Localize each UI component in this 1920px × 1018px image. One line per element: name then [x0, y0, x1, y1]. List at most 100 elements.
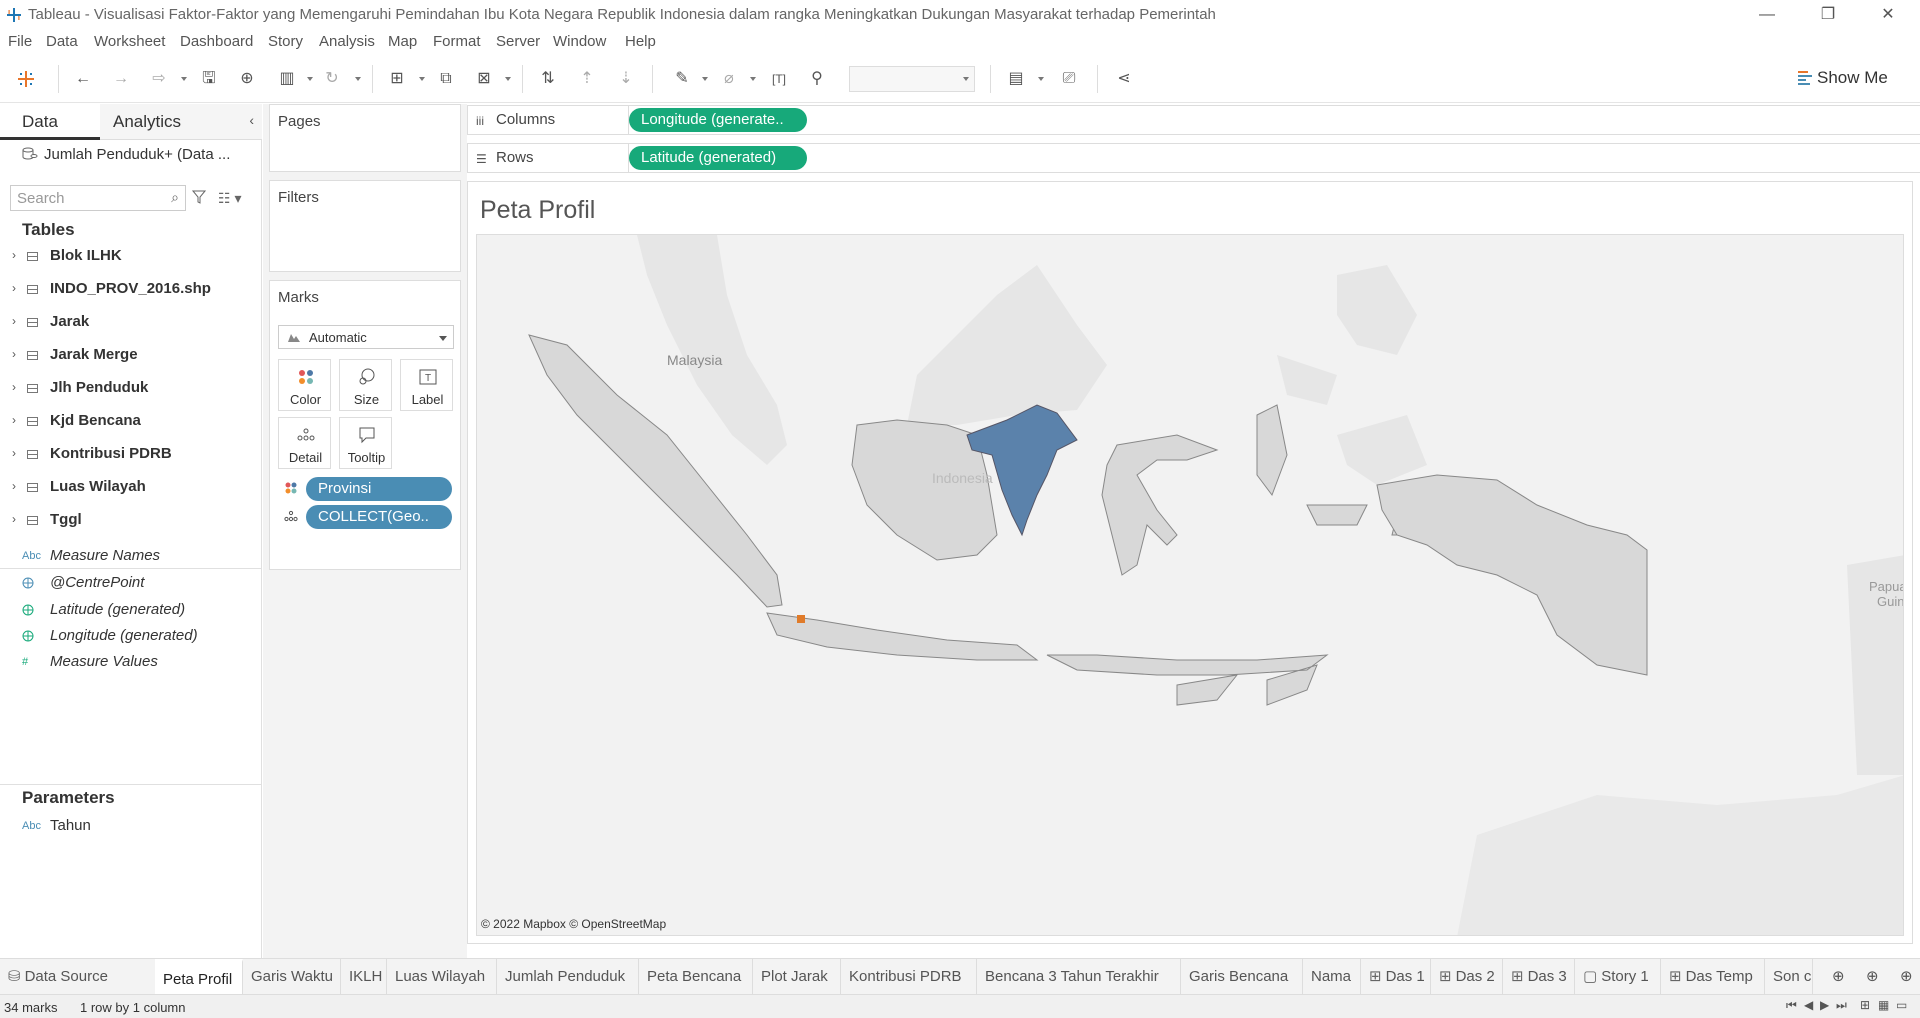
replay-icon[interactable]: ⇨ — [148, 68, 170, 90]
next-sheet-icon[interactable]: ▶ — [1820, 998, 1829, 1012]
sheet-tab[interactable]: ⊞ Das 3 — [1503, 959, 1575, 994]
search-icon[interactable]: ⌕ — [171, 189, 179, 206]
field-item[interactable]: Latitude (generated) — [0, 598, 262, 624]
tab-analytics[interactable]: Analytics ‹ — [100, 104, 262, 140]
presentation-mode-icon[interactable]: ⎚ — [1058, 68, 1080, 90]
table-item[interactable]: › Jarak — [0, 310, 262, 336]
sheet-tab[interactable]: ▢ Story 1 — [1575, 959, 1661, 994]
table-item[interactable]: › Luas Wilayah — [0, 475, 262, 501]
menu-story[interactable]: Story — [268, 33, 303, 50]
collect-geometry-pill[interactable]: COLLECT(Geo.. — [306, 505, 452, 529]
new-worksheet-tab-icon[interactable]: ⊕ — [1826, 959, 1856, 994]
sheet-tab[interactable]: Plot Jarak — [753, 959, 841, 994]
clear-dropdown-icon[interactable] — [505, 77, 511, 81]
table-item[interactable]: › Kontribusi PDRB — [0, 442, 262, 468]
undo-icon[interactable]: ← — [72, 68, 94, 90]
sheet-tab[interactable]: Jumlah Penduduk — [497, 959, 639, 994]
sheet-sorter-icon[interactable]: ⊞ — [1860, 998, 1870, 1012]
sheet-tab[interactable]: Nama — [1303, 959, 1361, 994]
chevron-right-icon[interactable]: › — [12, 512, 16, 526]
group-members-icon[interactable]: ⌀ — [718, 68, 740, 90]
sheet-tab[interactable]: Garis Waktu — [243, 959, 341, 994]
first-sheet-icon[interactable]: ⏮ — [1786, 998, 1797, 1013]
highlight-dropdown-icon[interactable] — [702, 77, 708, 81]
pause-dropdown-icon[interactable] — [307, 77, 313, 81]
sheet-tab[interactable]: Luas Wilayah — [387, 959, 497, 994]
restore-icon[interactable]: ❐ — [1816, 4, 1840, 26]
field-item[interactable]: Longitude (generated) — [0, 624, 262, 650]
sheet-tab[interactable]: ⊞ Das 1 — [1361, 959, 1431, 994]
filters-card[interactable]: Filters — [269, 180, 461, 272]
refresh-icon[interactable]: ↻ — [321, 68, 343, 90]
menu-server[interactable]: Server — [496, 33, 540, 50]
sheet-tab[interactable]: Son c — [1765, 959, 1813, 994]
detail-button[interactable]: Detail — [278, 417, 331, 469]
table-item[interactable]: › Kjd Bencana — [0, 409, 262, 435]
new-worksheet-dropdown-icon[interactable] — [419, 77, 425, 81]
chevron-right-icon[interactable]: › — [12, 248, 16, 262]
sheet-tab[interactable]: Garis Bencana — [1181, 959, 1303, 994]
sheet-tab[interactable]: ⊞ Das Temp — [1661, 959, 1765, 994]
columns-drop-zone[interactable]: Longitude (generate.. — [628, 106, 1920, 134]
chevron-right-icon[interactable]: › — [12, 281, 16, 295]
field-item[interactable]: @CentrePoint — [0, 571, 262, 597]
menu-help[interactable]: Help — [625, 33, 656, 50]
sort-ascending-icon[interactable]: ⇡ — [576, 68, 598, 90]
rows-drop-zone[interactable]: Latitude (generated) — [628, 144, 1920, 172]
chevron-right-icon[interactable]: › — [12, 380, 16, 394]
field-item[interactable]: # Measure Values — [0, 650, 262, 676]
latitude-pill[interactable]: Latitude (generated) — [629, 146, 807, 170]
sort-descending-icon[interactable]: ⇣ — [615, 68, 637, 90]
menu-map[interactable]: Map — [388, 33, 417, 50]
show-mark-labels-icon[interactable]: [T] — [768, 68, 790, 90]
show-cards-icon[interactable]: ▤ — [1005, 68, 1027, 90]
new-datasource-icon[interactable]: ⊕ — [236, 68, 258, 90]
menu-format[interactable]: Format — [433, 33, 481, 50]
replay-dropdown-icon[interactable] — [181, 77, 187, 81]
longitude-pill[interactable]: Longitude (generate.. — [629, 108, 807, 132]
tooltip-button[interactable]: Tooltip — [339, 417, 392, 469]
chevron-right-icon[interactable]: › — [12, 347, 16, 361]
chevron-right-icon[interactable]: › — [12, 314, 16, 328]
chevron-right-icon[interactable]: › — [12, 446, 16, 460]
new-dashboard-tab-icon[interactable]: ⊕ — [1860, 959, 1890, 994]
table-item[interactable]: › INDO_PROV_2016.shp — [0, 277, 262, 303]
fit-dropdown[interactable] — [849, 66, 975, 92]
table-item[interactable]: › Tggl — [0, 508, 262, 534]
new-story-tab-icon[interactable]: ⊕ — [1894, 959, 1920, 994]
label-button[interactable]: T Label — [400, 359, 453, 411]
share-icon[interactable]: ⋖ — [1113, 68, 1135, 90]
size-button[interactable]: Size — [339, 359, 392, 411]
cards-dropdown-icon[interactable] — [1038, 77, 1044, 81]
film-strip-icon[interactable]: ▦ — [1878, 998, 1889, 1012]
group-dropdown-icon[interactable] — [750, 77, 756, 81]
tab-data[interactable]: Data — [0, 104, 100, 140]
provinsi-pill[interactable]: Provinsi — [306, 477, 452, 501]
clear-sheet-icon[interactable]: ⊠ — [473, 68, 495, 90]
sheet-tab[interactable]: ⛁ Data Source — [0, 959, 155, 994]
menu-window[interactable]: Window — [553, 33, 606, 50]
highlight-icon[interactable]: ✎ — [671, 68, 693, 90]
table-item[interactable]: › Blok ILHK — [0, 244, 262, 270]
sheet-tab[interactable]: ⊞ Das 2 — [1431, 959, 1503, 994]
prev-sheet-icon[interactable]: ◀ — [1804, 998, 1813, 1012]
menu-data[interactable]: Data — [46, 33, 78, 50]
pause-updates-icon[interactable]: ▥ — [276, 68, 298, 90]
fix-axes-icon[interactable]: ⚲ — [806, 68, 828, 90]
sheet-tab[interactable]: Peta Profil — [155, 959, 243, 994]
sheet-tab[interactable]: Bencana 3 Tahun Terakhir — [977, 959, 1181, 994]
datasource-item[interactable]: Jumlah Penduduk+ (Data ... — [22, 146, 230, 163]
sheet-tab[interactable]: Peta Bencana — [639, 959, 753, 994]
chevron-right-icon[interactable]: › — [12, 413, 16, 427]
close-icon[interactable]: ✕ — [1876, 4, 1900, 26]
save-icon[interactable]: 🖫 — [198, 68, 220, 90]
last-sheet-icon[interactable]: ⏭ — [1836, 998, 1847, 1013]
filter-icon[interactable] — [192, 190, 206, 204]
sheet-tab[interactable]: Kontribusi PDRB — [841, 959, 977, 994]
mark-type-dropdown[interactable]: Automatic — [278, 325, 454, 349]
search-input[interactable] — [17, 187, 167, 209]
redo-icon[interactable]: → — [110, 68, 132, 90]
menu-dashboard[interactable]: Dashboard — [180, 33, 253, 50]
table-item[interactable]: › Jlh Penduduk — [0, 376, 262, 402]
collapse-pane-icon[interactable]: ‹ — [249, 112, 254, 128]
